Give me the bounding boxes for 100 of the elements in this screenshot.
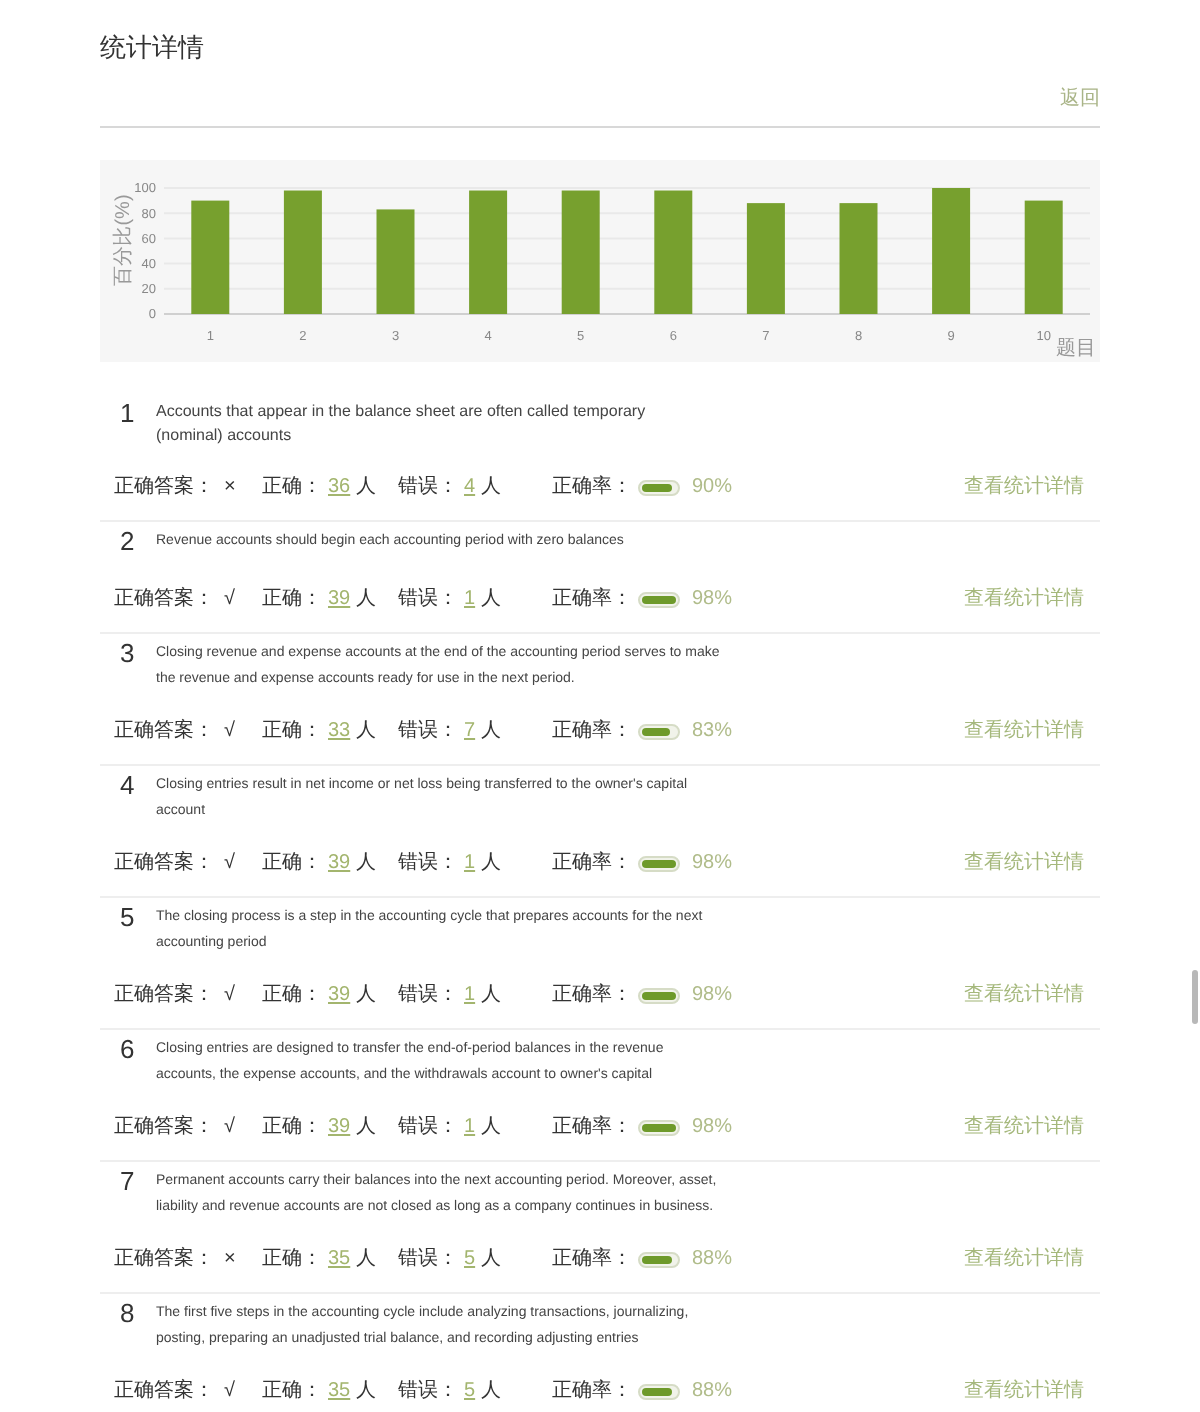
answer-label: 正确答案： <box>114 1380 214 1404</box>
back-link[interactable]: 返回 <box>1060 88 1100 112</box>
unit-label: 人 <box>356 1116 377 1140</box>
chart-bar <box>561 190 600 314</box>
correct-count-link[interactable]: 35 <box>328 1248 351 1272</box>
wrong-label: 错误： <box>398 1380 458 1404</box>
view-details-link[interactable]: 查看统计详情 <box>964 984 1084 1008</box>
wrong-label: 错误： <box>398 852 458 876</box>
chart-bar <box>191 200 230 314</box>
unit-label: 人 <box>356 1248 377 1272</box>
answer-mark: × <box>224 476 236 500</box>
rate-label: 正确率： <box>552 1248 632 1272</box>
answer-mark: √ <box>224 588 235 612</box>
correct-count-link[interactable]: 39 <box>328 984 351 1008</box>
wrong-count-link[interactable]: 1 <box>464 588 476 612</box>
wrong-count-link[interactable]: 5 <box>464 1380 476 1404</box>
question-number: 1 <box>120 400 137 426</box>
view-details-link[interactable]: 查看统计详情 <box>964 476 1084 500</box>
view-details-link[interactable]: 查看统计详情 <box>964 1380 1084 1404</box>
unit-label: 人 <box>481 720 502 744</box>
wrong-count-link[interactable]: 7 <box>464 720 476 744</box>
question-number: 2 <box>120 528 137 554</box>
wrong-label: 错误： <box>398 1248 458 1272</box>
rate-value: 98% <box>692 984 733 1008</box>
chart-bar <box>283 190 322 314</box>
unit-label: 人 <box>481 852 502 876</box>
unit-label: 人 <box>481 588 502 612</box>
view-details-link[interactable]: 查看统计详情 <box>964 1116 1084 1140</box>
answer-mark: √ <box>224 1380 235 1404</box>
view-details-link[interactable]: 查看统计详情 <box>964 588 1084 612</box>
chart-bar <box>469 190 508 314</box>
correct-count-link[interactable]: 33 <box>328 720 351 744</box>
answer-label: 正确答案： <box>114 720 214 744</box>
answer-label: 正确答案： <box>114 852 214 876</box>
rate-value: 98% <box>692 852 733 876</box>
view-details-link[interactable]: 查看统计详情 <box>964 1248 1084 1272</box>
answer-mark: × <box>224 1248 236 1272</box>
correct-label: 正确： <box>262 1248 322 1272</box>
question-number: 6 <box>120 1036 137 1062</box>
wrong-label: 错误： <box>398 984 458 1008</box>
chart-bar <box>839 203 878 314</box>
wrong-label: 错误： <box>398 720 458 744</box>
rate-label: 正确率： <box>552 588 632 612</box>
answer-label: 正确答案： <box>114 476 214 500</box>
chart-bar <box>654 190 693 314</box>
rate-label: 正确率： <box>552 720 632 744</box>
rate-value: 83% <box>692 720 733 744</box>
wrong-label: 错误： <box>398 588 458 612</box>
wrong-count-link[interactable]: 1 <box>464 1116 476 1140</box>
unit-label: 人 <box>481 984 502 1008</box>
rate-value: 98% <box>692 588 733 612</box>
answer-label: 正确答案： <box>114 1248 214 1272</box>
rate-label: 正确率： <box>552 852 632 876</box>
correct-label: 正确： <box>262 1116 322 1140</box>
unit-label: 人 <box>481 476 502 500</box>
view-details-link[interactable]: 查看统计详情 <box>964 852 1084 876</box>
correct-label: 正确： <box>262 984 322 1008</box>
unit-label: 人 <box>481 1380 502 1404</box>
answer-label: 正确答案： <box>114 588 214 612</box>
chart-bar <box>376 209 415 314</box>
unit-label: 人 <box>481 1248 502 1272</box>
rate-label: 正确率： <box>552 984 632 1008</box>
answer-label: 正确答案： <box>114 984 214 1008</box>
correct-count-link[interactable]: 35 <box>328 1380 351 1404</box>
x-axis-label: 题目 <box>1056 338 1096 360</box>
rate-value: 88% <box>692 1248 733 1272</box>
wrong-label: 错误： <box>398 476 458 500</box>
wrong-count-link[interactable]: 1 <box>464 984 476 1008</box>
wrong-count-link[interactable]: 5 <box>464 1248 476 1272</box>
rate-value: 88% <box>692 1380 733 1404</box>
correct-count-link[interactable]: 39 <box>328 1116 351 1140</box>
chart-bar <box>1024 200 1063 314</box>
correct-label: 正确： <box>262 588 322 612</box>
wrong-count-link[interactable]: 4 <box>464 476 476 500</box>
view-details-link[interactable]: 查看统计详情 <box>964 720 1084 744</box>
chart-bar <box>746 203 785 314</box>
unit-label: 人 <box>356 588 377 612</box>
answer-mark: √ <box>224 984 235 1008</box>
correct-count-link[interactable]: 39 <box>328 852 351 876</box>
correct-label: 正确： <box>262 1380 322 1404</box>
wrong-label: 错误： <box>398 1116 458 1140</box>
wrong-count-link[interactable]: 1 <box>464 852 476 876</box>
correct-count-link[interactable]: 36 <box>328 476 351 500</box>
unit-label: 人 <box>356 984 377 1008</box>
unit-label: 人 <box>356 1380 377 1404</box>
correct-label: 正确： <box>262 476 322 500</box>
unit-label: 人 <box>356 476 377 500</box>
correct-label: 正确： <box>262 720 322 744</box>
answer-mark: √ <box>224 1116 235 1140</box>
rate-label: 正确率： <box>552 476 632 500</box>
rate-value: 98% <box>692 1116 733 1140</box>
scrollbar-thumb[interactable] <box>1192 970 1198 1024</box>
unit-label: 人 <box>356 852 377 876</box>
unit-label: 人 <box>356 720 377 744</box>
y-axis-label: 百分比(%) <box>113 194 136 286</box>
question-number: 3 <box>120 640 137 666</box>
question-number: 5 <box>120 904 137 930</box>
correct-count-link[interactable]: 39 <box>328 588 351 612</box>
rate-value: 90% <box>692 476 733 500</box>
answer-mark: √ <box>224 720 235 744</box>
